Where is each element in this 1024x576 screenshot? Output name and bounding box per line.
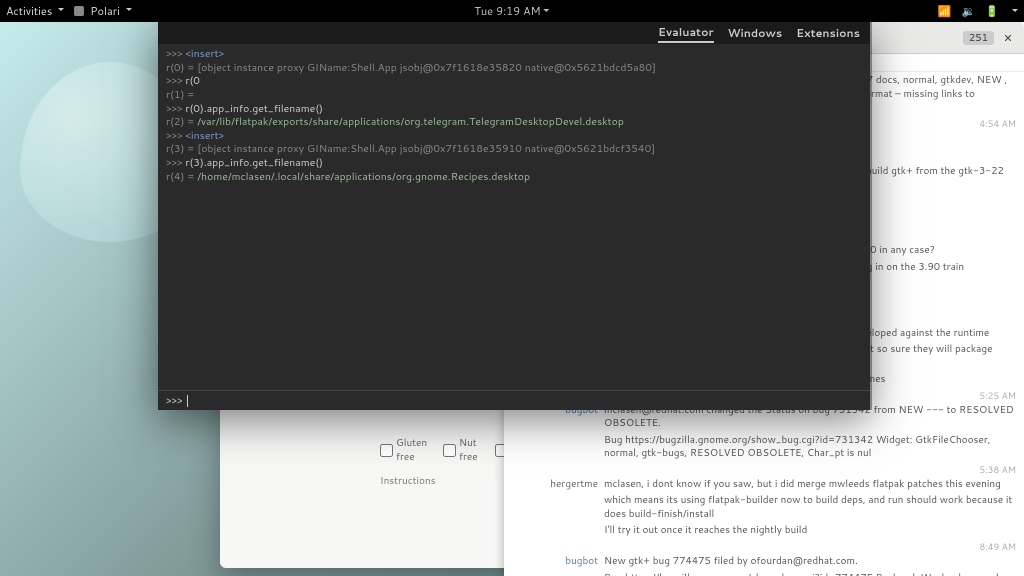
lg-tabs: Evaluator Windows Extensions: [158, 22, 870, 44]
chat-message: I'll try it out once it reaches the nigh…: [604, 524, 1016, 538]
volume-icon[interactable]: 🔉: [962, 3, 976, 19]
activities-button[interactable]: Activities: [6, 3, 64, 19]
nut-free-check[interactable]: Nut free: [443, 436, 487, 464]
system-menu[interactable]: [1009, 3, 1018, 19]
chat-message: which means its using flatpak-builder no…: [604, 494, 1016, 521]
close-button[interactable]: ✕: [1000, 30, 1016, 46]
user-count-badge[interactable]: 251: [963, 31, 994, 45]
app-menu[interactable]: Polari: [74, 3, 132, 19]
lg-line: >>> r(3).app_info.get_filename(): [166, 157, 862, 171]
chat-message: hergertmemclasen, i dont know if you saw…: [604, 478, 1016, 492]
lg-line: r(0) = [object instance proxy GIName:She…: [166, 62, 862, 76]
lg-prompt: >>>: [166, 394, 183, 408]
lg-line: r(4) = /home/mclasen/.local/share/applic…: [166, 171, 862, 185]
lg-line: r(3) = [object instance proxy GIName:She…: [166, 143, 862, 157]
lg-output[interactable]: >>> <insert>r(0) = [object instance prox…: [158, 44, 870, 390]
lg-input[interactable]: >>>: [158, 390, 870, 410]
battery-icon[interactable]: 🔋: [985, 3, 999, 19]
network-icon[interactable]: 📶: [938, 3, 952, 19]
chat-message: Bug https://bugzilla.gnome.org/show_bug.…: [604, 572, 1016, 576]
timestamp: 5:38 AM: [604, 464, 1016, 476]
top-bar: Activities Polari Tue 9:19 AM 📶 🔉 🔋: [0, 0, 1024, 22]
chat-message: Bug https://bugzilla.gnome.org/show_bug.…: [604, 434, 1016, 461]
lg-line: r(1) =: [166, 89, 862, 103]
lg-line: >>> r(0: [166, 75, 862, 89]
nick[interactable]: hergertme: [510, 478, 598, 492]
lg-line: >>> <insert>: [166, 48, 862, 62]
tab-extensions[interactable]: Extensions: [796, 25, 860, 41]
lg-line: r(2) = /var/lib/flatpak/exports/share/ap…: [166, 116, 862, 130]
gluten-free-check[interactable]: Gluten free: [380, 436, 435, 464]
tab-evaluator[interactable]: Evaluator: [658, 24, 713, 43]
looking-glass: Evaluator Windows Extensions >>> <insert…: [158, 22, 870, 410]
chat-message: bugbotNew gtk+ bug 774475 filed by ofour…: [604, 555, 1016, 569]
tab-windows[interactable]: Windows: [728, 25, 783, 41]
lg-line: >>> r(0).app_info.get_filename(): [166, 103, 862, 117]
timestamp: 8:49 AM: [604, 541, 1016, 553]
lg-line: >>> <insert>: [166, 130, 862, 144]
nick[interactable]: bugbot: [510, 555, 598, 569]
clock[interactable]: Tue 9:19 AM: [474, 3, 549, 19]
